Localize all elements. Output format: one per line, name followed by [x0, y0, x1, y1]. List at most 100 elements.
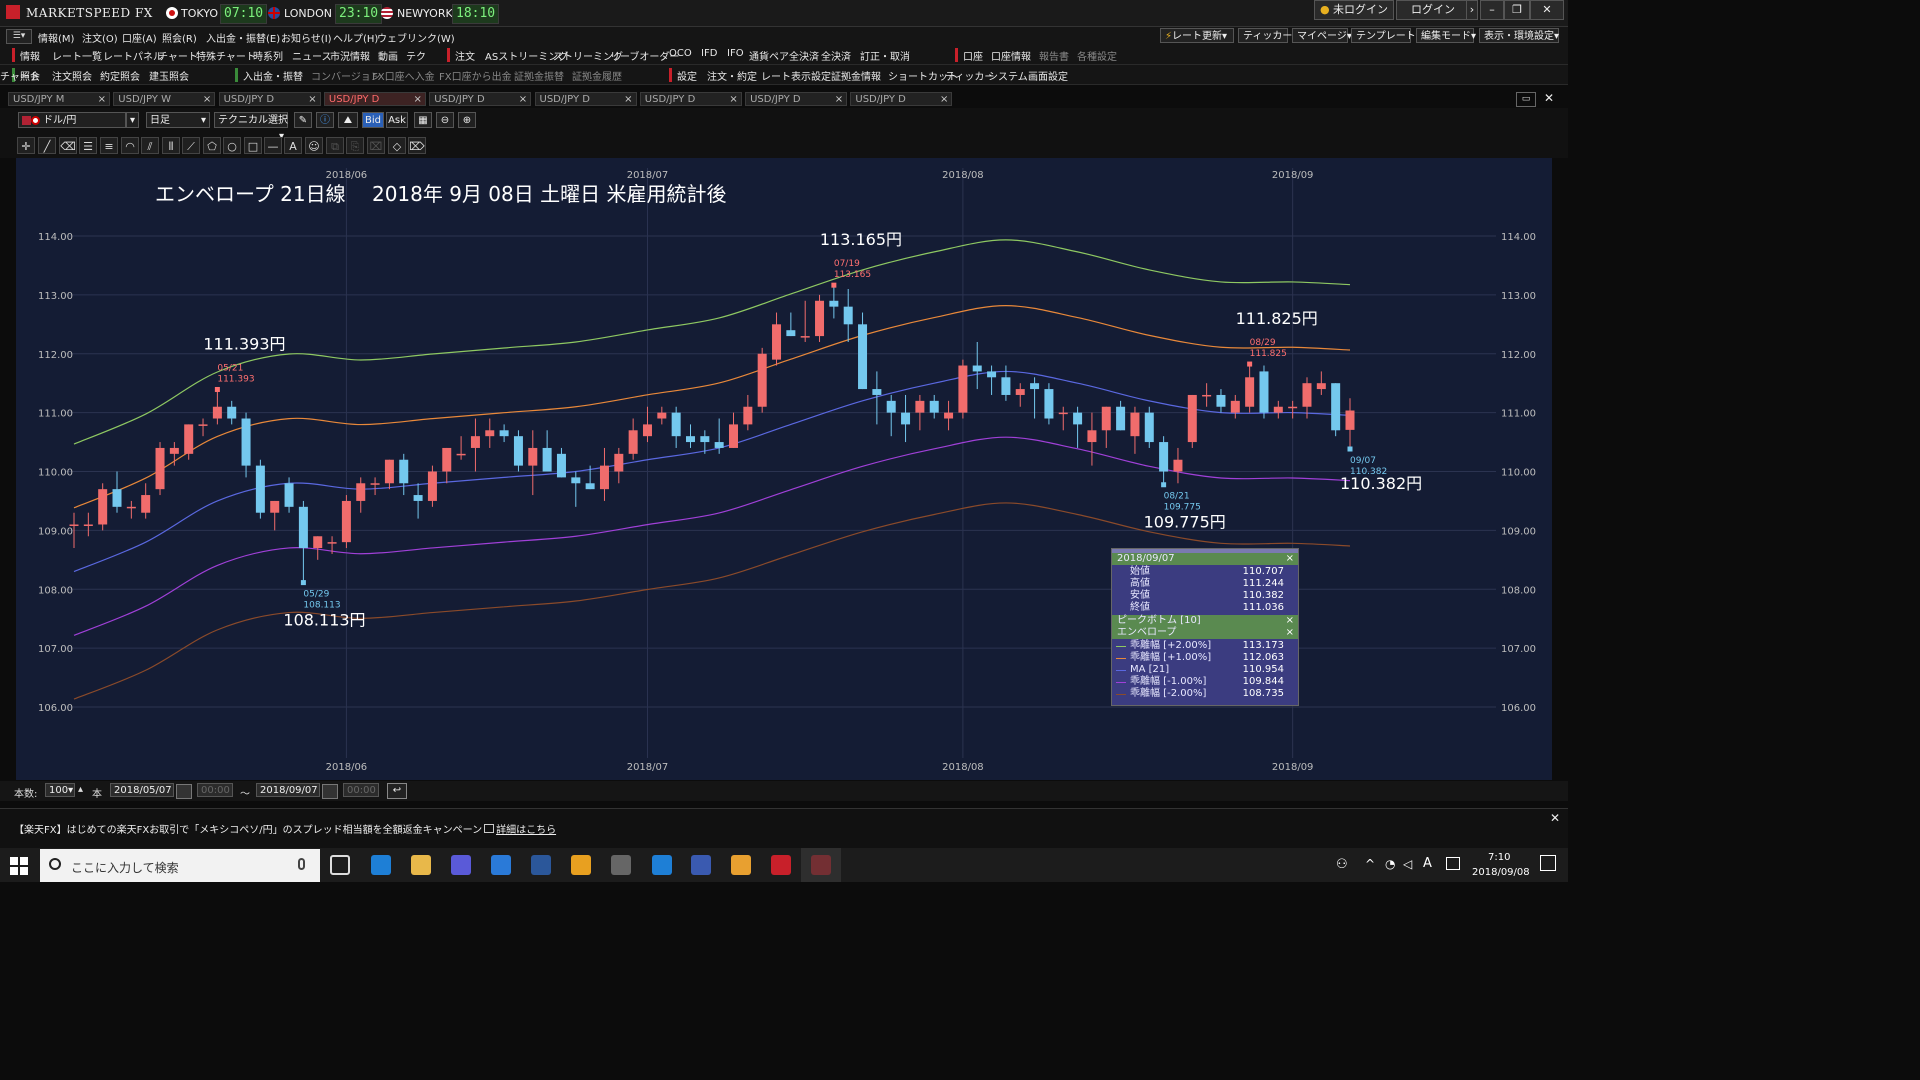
chart-tab[interactable]: USD/JPY W ×: [113, 92, 216, 107]
toolbar-item[interactable]: 特殊チャート: [196, 48, 256, 63]
promo-link[interactable]: 詳細はこちら: [496, 825, 556, 836]
from-date-input[interactable]: 2018/05/07: [110, 783, 174, 797]
eraser-icon[interactable]: ⌫: [59, 137, 77, 154]
toolbar-item[interactable]: 証拠金情報: [831, 68, 881, 83]
toolbar-item[interactable]: IFO: [727, 48, 744, 59]
taskbar-search-box[interactable]: ここに入力して検索: [40, 849, 320, 882]
hline-icon[interactable]: —: [264, 137, 282, 154]
edge-icon[interactable]: [652, 855, 672, 875]
toolbar-item[interactable]: テク: [406, 48, 426, 63]
close-tab-icon[interactable]: ×: [729, 93, 737, 107]
restore-chart-icon[interactable]: ▭: [1516, 92, 1536, 107]
toolbar-item[interactable]: 時系列: [253, 48, 283, 63]
ask-button[interactable]: Ask: [386, 112, 408, 128]
toolbar-button[interactable]: 表示・環境設定▾: [1479, 28, 1559, 43]
line-icon[interactable]: ╱: [38, 137, 56, 154]
text-icon[interactable]: A: [284, 137, 302, 154]
toolbar-item[interactable]: チャート: [0, 68, 40, 83]
eraser2-icon[interactable]: ◇: [388, 137, 406, 154]
chart-tab[interactable]: USD/JPY D ×: [323, 92, 426, 106]
eraser-all-icon[interactable]: ⌦: [408, 137, 426, 154]
close-tab-icon[interactable]: ×: [203, 93, 211, 107]
count-select[interactable]: 100▾: [45, 783, 75, 797]
toolbar-item[interactable]: 全決済: [821, 48, 851, 63]
notification-icon[interactable]: [1540, 855, 1556, 871]
app-icon[interactable]: [491, 855, 511, 875]
mountain-chart-icon[interactable]: ⛰: [338, 112, 358, 128]
close-icon[interactable]: ✕: [1550, 811, 1560, 825]
chevron-up-icon[interactable]: ^: [1365, 857, 1375, 871]
chart-tab[interactable]: USD/JPY D ×: [639, 92, 742, 107]
toolbar-item[interactable]: 動画: [378, 48, 398, 63]
menu-item[interactable]: 情報(M): [38, 30, 74, 45]
toolbar-item[interactable]: 証拠金振替: [514, 68, 564, 83]
toolbar-item[interactable]: 画面設定: [1028, 68, 1068, 83]
toolbar-item[interactable]: レート表示設定: [761, 68, 831, 83]
login-button[interactable]: ログイン: [1396, 0, 1470, 20]
chrome-icon[interactable]: [571, 855, 591, 875]
volume-icon[interactable]: ◁: [1403, 857, 1412, 871]
toolbar-item[interactable]: OCO: [669, 48, 692, 59]
toolbar-item[interactable]: FX口座から出金: [439, 68, 512, 83]
menu-item[interactable]: 注文(O): [82, 30, 118, 45]
count-spinner-icon[interactable]: ▴: [78, 784, 83, 795]
menu-item[interactable]: お知らせ(I): [281, 30, 332, 45]
close-tab-icon[interactable]: ×: [624, 93, 632, 107]
circle-icon[interactable]: ○: [223, 137, 241, 154]
chart-area[interactable]: 114.00 114.00 113.00 113.00 112.00 112.00 111.…: [16, 158, 1552, 780]
chevron-down-icon[interactable]: ▾: [126, 112, 139, 128]
toolbar-item[interactable]: チャート: [158, 48, 198, 63]
close-tab-icon[interactable]: ×: [519, 93, 527, 107]
chart-tab[interactable]: USD/JPY D ×: [429, 92, 532, 107]
icon-tool-icon[interactable]: ☺: [305, 137, 323, 154]
ime-mode-icon[interactable]: [1446, 857, 1460, 870]
chart-tab[interactable]: USD/JPY M ×: [8, 92, 110, 106]
toolbar-item[interactable]: 注文照会: [52, 68, 92, 83]
app-icon[interactable]: [611, 855, 631, 875]
zoom-out-icon[interactable]: ⊖: [436, 112, 454, 128]
calculator-icon[interactable]: [451, 855, 471, 875]
close-icon[interactable]: ×: [1286, 627, 1294, 639]
edge-icon[interactable]: [371, 855, 391, 875]
parallel-lines-icon[interactable]: ⫽: [141, 137, 159, 154]
toolbar-item[interactable]: FX口座へ入金: [372, 68, 435, 83]
bid-button[interactable]: Bid: [362, 112, 384, 128]
toolbar-button[interactable]: ⚡レート更新▾: [1160, 28, 1234, 43]
login-arrow-icon[interactable]: ›: [1466, 0, 1478, 20]
from-time-input[interactable]: 00:00: [197, 783, 233, 797]
menu-item[interactable]: ウェブリンク(W): [377, 30, 455, 45]
file-explorer-icon[interactable]: [411, 855, 431, 875]
toolbar-item[interactable]: 建玉照会: [149, 68, 189, 83]
toolbar-button[interactable]: ティッカー▾: [1238, 28, 1297, 43]
fibonacci-arc-icon[interactable]: ◠: [121, 137, 139, 154]
maximize-button[interactable]: ❐: [1504, 0, 1530, 20]
toolbar-item[interactable]: IFD: [701, 48, 717, 59]
return-icon[interactable]: ↩: [387, 783, 407, 799]
toolbar-item[interactable]: 市況情報: [330, 48, 370, 63]
toolbar-item[interactable]: 約定照会: [100, 68, 140, 83]
menu-item[interactable]: ヘルプ(H): [333, 30, 378, 45]
toolbar-item[interactable]: 証拠金履歴: [572, 68, 622, 83]
toolbar-item[interactable]: 各種設定: [1077, 48, 1117, 63]
app-icon[interactable]: [691, 855, 711, 875]
chart-tab[interactable]: USD/JPY D ×: [745, 92, 848, 106]
calendar-icon[interactable]: [322, 784, 338, 799]
delete-icon[interactable]: ⌧: [367, 137, 385, 154]
paste-icon[interactable]: ⎘: [346, 137, 364, 154]
microphone-icon[interactable]: [298, 858, 305, 870]
info-icon[interactable]: ⓘ: [316, 112, 334, 128]
pentagon-icon[interactable]: ⬠: [203, 137, 221, 154]
toolbar-item[interactable]: システム: [988, 68, 1028, 83]
close-icon[interactable]: ×: [1286, 553, 1294, 565]
close-chart-icon[interactable]: ✕: [1540, 92, 1558, 105]
close-button[interactable]: ✕: [1530, 0, 1564, 20]
toolbar-item[interactable]: 注文・約定: [707, 68, 757, 83]
word-icon[interactable]: [531, 855, 551, 875]
toolbar-button[interactable]: テンプレート▾: [1351, 28, 1421, 43]
hlines-icon[interactable]: ☰: [79, 137, 97, 154]
menu-item[interactable]: 口座(A): [122, 30, 157, 45]
close-tab-icon[interactable]: ×: [940, 93, 948, 107]
toolbar-item[interactable]: レート一覧: [52, 48, 102, 63]
ime-icon[interactable]: A: [1423, 856, 1432, 871]
windows-start-icon[interactable]: [10, 857, 28, 875]
